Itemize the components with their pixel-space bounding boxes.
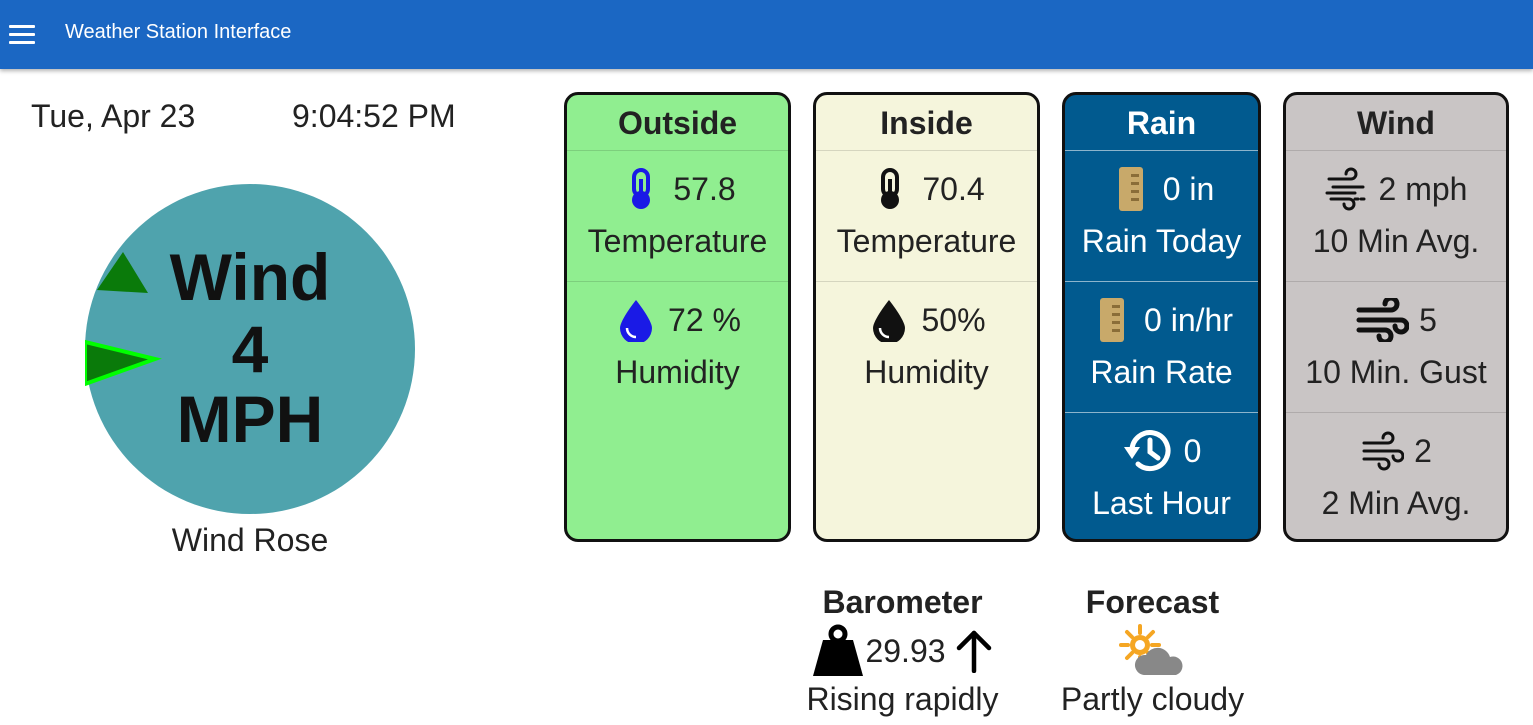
barometer-value: 29.93: [865, 632, 946, 669]
water-drop-icon: [614, 298, 658, 342]
outside-temperature: 57.8 Temperature: [567, 150, 788, 281]
wind-icon: [1325, 167, 1369, 211]
rain-gauge-icon: [1090, 298, 1134, 342]
wind-2min-avg-label: 2 Min Avg.: [1321, 485, 1471, 521]
rain-rate: 0 in/hr Rain Rate: [1065, 281, 1258, 412]
wind-10min-gust: 5 10 Min. Gust: [1286, 281, 1506, 412]
wind-10min-avg-value: 2 mph: [1378, 170, 1468, 207]
wind-10min-gust-label: 10 Min. Gust: [1305, 354, 1487, 390]
app-title: Weather Station Interface: [65, 21, 292, 43]
thermometer-icon: [868, 167, 912, 211]
outside-temperature-label: Temperature: [587, 223, 768, 259]
wind-icon: [1360, 429, 1405, 473]
forecast-title: Forecast: [1085, 584, 1220, 620]
history-icon: [1122, 425, 1174, 477]
wind-rose-line1: Wind: [170, 240, 331, 314]
outside-humidity-value: 72 %: [668, 301, 741, 338]
inside-temperature-value: 70.4: [922, 170, 985, 207]
thermometer-icon: [619, 167, 663, 211]
inside-humidity-label: Humidity: [864, 354, 989, 390]
outside-humidity: 72 % Humidity: [567, 281, 788, 412]
forecast: Forecast Partly cloudy: [1050, 584, 1255, 718]
inside-humidity: 50% Humidity: [816, 281, 1037, 412]
rain-gauge-icon: [1109, 167, 1153, 211]
hamburger-menu-icon[interactable]: [4, 16, 40, 52]
inside-humidity-value: 50%: [921, 301, 986, 338]
strong-wind-icon: [1355, 298, 1410, 342]
card-title: Rain: [1126, 105, 1197, 141]
rain-last-hour-value: 0: [1183, 432, 1202, 469]
wind-rose-speed: 4: [232, 312, 269, 386]
rain-last-hour: 0 Last Hour: [1065, 412, 1258, 539]
arrow-up-icon: [954, 629, 994, 673]
barometer-title: Barometer: [822, 584, 983, 620]
wind-10min-gust-value: 5: [1419, 301, 1437, 338]
wind-10min-avg: 2 mph 10 Min Avg.: [1286, 150, 1506, 281]
outside-card: Outside 57.8 Temperature 72 % Humidity: [564, 92, 791, 542]
inside-temperature: 70.4 Temperature: [816, 150, 1037, 281]
forecast-text: Partly cloudy: [1060, 681, 1245, 717]
current-date: Tue, Apr 23: [31, 98, 196, 134]
inside-card: Inside 70.4 Temperature 50% Humidity: [813, 92, 1040, 542]
barometer: Barometer 29.93 Rising rapidly: [795, 584, 1010, 718]
outside-temperature-value: 57.8: [673, 170, 736, 207]
rain-last-hour-label: Last Hour: [1092, 485, 1231, 521]
partly-cloudy-icon: [1118, 623, 1188, 679]
weight-icon: [811, 624, 865, 678]
rain-today-label: Rain Today: [1081, 223, 1242, 259]
wind-10min-avg-label: 10 Min Avg.: [1312, 223, 1480, 259]
rain-today-value: 0 in: [1162, 170, 1215, 207]
wind-rose-unit: MPH: [177, 382, 324, 456]
wind-2min-avg: 2 2 Min Avg.: [1286, 412, 1506, 539]
wind-rose-caption: Wind Rose: [171, 522, 329, 558]
inside-temperature-label: Temperature: [836, 223, 1017, 259]
wind-2min-avg-value: 2: [1414, 432, 1432, 469]
rain-card: Rain 0 in Rain Today 0 in/hr Rain Rate 0…: [1062, 92, 1261, 542]
app-bar: Weather Station Interface: [0, 0, 1533, 69]
rain-rate-value: 0 in/hr: [1144, 301, 1233, 338]
card-title: Inside: [880, 105, 973, 141]
current-time: 9:04:52 PM: [292, 98, 456, 134]
rain-rate-label: Rain Rate: [1090, 354, 1233, 390]
card-title: Outside: [617, 105, 738, 141]
outside-humidity-label: Humidity: [615, 354, 740, 390]
rain-today: 0 in Rain Today: [1065, 150, 1258, 281]
water-drop-icon: [867, 298, 911, 342]
card-title: Wind: [1357, 105, 1435, 141]
barometer-trend: Rising rapidly: [806, 681, 999, 717]
wind-card: Wind 2 mph 10 Min Avg. 5 10 Min. Gust 2 …: [1283, 92, 1509, 542]
wind-rose: Wind 4 MPH: [83, 184, 415, 514]
